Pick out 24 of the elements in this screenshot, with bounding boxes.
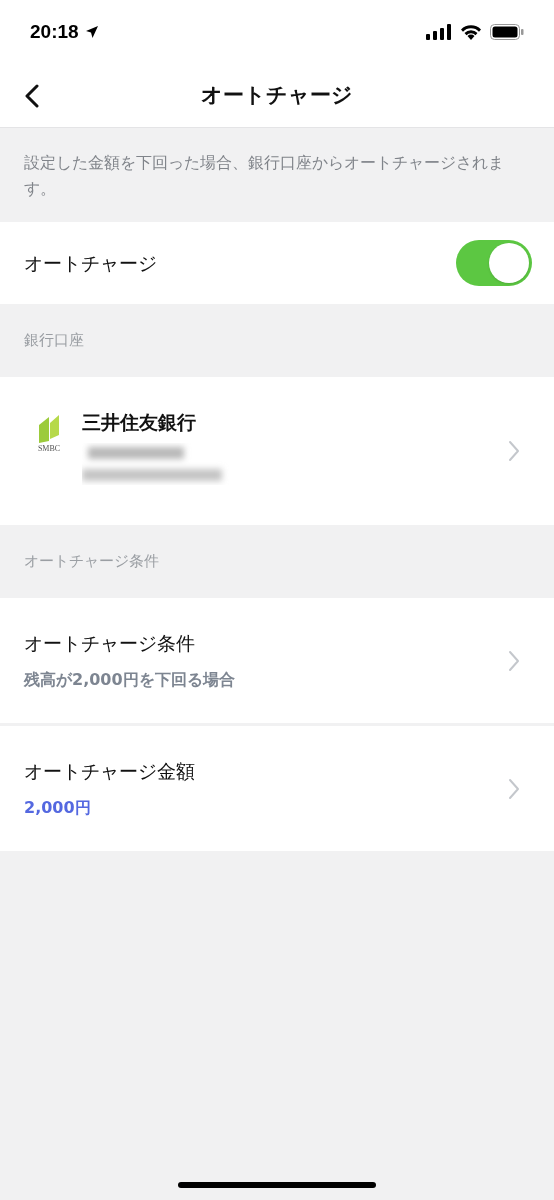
auto-charge-label: オートチャージ [24,250,157,276]
status-time: 20:18 [30,19,79,44]
chevron-right-icon [508,649,520,672]
setting-title: オートチャージ金額 [24,759,196,785]
location-arrow-icon [84,25,99,39]
setting-title: オートチャージ条件 [24,631,196,657]
setting-value: 残高が2,000円を下回る場合 [24,668,236,691]
chevron-right-icon [508,777,520,800]
setting-row[interactable]: オートチャージ条件 残高が2,000円を下回る場合 [0,598,554,723]
bank-logo-icon [37,413,61,443]
battery-icon [490,24,524,40]
setting-value: 2,000円 [24,796,92,819]
auto-charge-toggle[interactable] [456,240,532,286]
page-title: オートチャージ [201,81,353,109]
setting-row[interactable]: オートチャージ金額 2,000円 [0,726,554,851]
section-header: オートチャージ条件 [24,551,159,571]
logo-text: SMBC [37,445,61,453]
chevron-right-icon [508,440,520,462]
signal-icon [426,24,452,40]
wifi-icon [460,24,482,40]
bank-account-row[interactable]: SMBC 三井住友銀行 [0,377,554,525]
description-text: 設定した金額を下回った場合、銀行口座からオートチャージされます。 [24,153,505,200]
bank-name: 三井住友銀行 [82,411,197,435]
section-header: 銀行口座 [24,330,84,350]
